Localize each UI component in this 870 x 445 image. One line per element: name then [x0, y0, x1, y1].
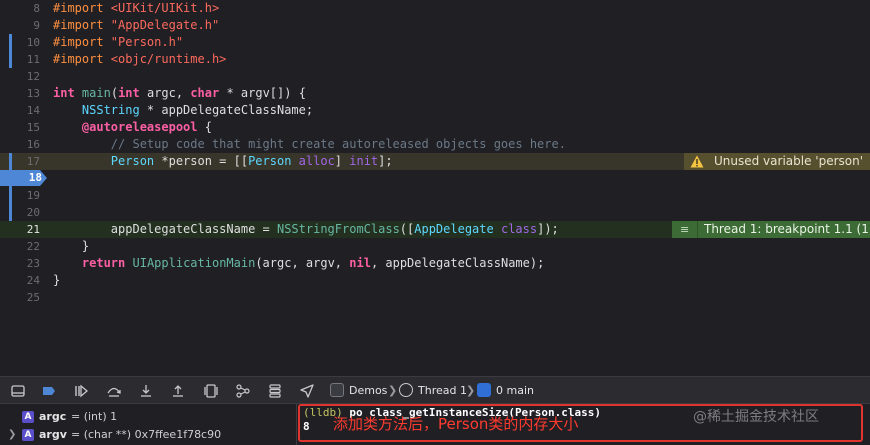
change-indicator-bar [9, 153, 12, 221]
code-text: int main(int argc, char * argv[]) { [53, 86, 306, 100]
variables-view: Aargc = (int) 1 ❯ Aargv = (char **) 0x7ffee1… [0, 404, 296, 445]
code-text: // Setup code that might create autorele… [110, 137, 566, 151]
variable-name: argv [39, 428, 67, 441]
step-out-icon[interactable] [170, 383, 186, 399]
variable-row[interactable]: ❯ Aargv = (char **) 0x7ffee1f78c90 [0, 426, 296, 444]
crumb-frame[interactable]: 0 main [496, 383, 534, 399]
warning-annotation[interactable]: Unused variable 'person' [684, 153, 870, 170]
breakpoint-toggle-icon[interactable] [41, 383, 57, 399]
line-number[interactable]: 13 [0, 85, 44, 102]
code-line-20[interactable]: 20 [0, 204, 870, 221]
code-line-14[interactable]: 14 NSString * appDelegateClassName; [0, 102, 870, 119]
code-text: NSString * appDelegateClassName; [81, 103, 314, 117]
line-number[interactable]: 22 [0, 238, 44, 255]
equals-icon: ≡ [680, 223, 690, 236]
code-text: #import <objc/runtime.h> [53, 52, 227, 66]
step-over-icon[interactable] [106, 383, 122, 399]
line-number[interactable]: 11 [0, 51, 44, 68]
variable-value: = (int) 1 [71, 410, 118, 423]
code-line-23[interactable]: 23 return UIApplicationMain(argc, argv, … [0, 255, 870, 272]
code-line-22[interactable]: 22 } [0, 238, 870, 255]
code-line-8[interactable]: 8 #import <UIKit/UIKit.h> [0, 0, 870, 17]
code-text: #import "AppDelegate.h" [53, 18, 220, 32]
crumb-app[interactable]: Demos [349, 383, 387, 399]
line-number[interactable]: 25 [0, 289, 44, 306]
line-number[interactable]: 19 [0, 187, 44, 204]
location-icon[interactable] [299, 383, 315, 399]
sidebar-toggle-icon[interactable] [10, 383, 26, 399]
code-text: @autoreleasepool { [81, 120, 212, 134]
line-number[interactable]: 16 [0, 136, 44, 153]
code-line-9[interactable]: 9 #import "AppDelegate.h" [0, 17, 870, 34]
line-number[interactable]: 23 [0, 255, 44, 272]
code-line-18[interactable]: 18 [0, 170, 870, 187]
annotation-separator [697, 221, 698, 238]
code-line-12[interactable]: 12 [0, 68, 870, 85]
step-into-icon[interactable] [138, 383, 154, 399]
line-number[interactable]: 17 [0, 153, 44, 170]
code-text: return UIApplicationMain(argc, argv, nil… [81, 256, 545, 270]
code-text: } [53, 273, 61, 287]
debug-toolbar: Demos ❯ Thread 1 ❯ 0 main [0, 376, 870, 404]
code-text: appDelegateClassName = NSStringFromClass… [53, 222, 559, 236]
change-indicator-bar [9, 34, 12, 68]
code-line-25[interactable]: 25 [0, 289, 870, 306]
code-text: #import <UIKit/UIKit.h> [53, 1, 220, 15]
memory-graph-icon[interactable] [235, 383, 251, 399]
chevron-right-icon: ❯ [466, 384, 476, 397]
disclosure-chevron-icon[interactable]: ❯ [8, 426, 16, 444]
argument-badge-icon: A [22, 411, 34, 423]
code-line-11[interactable]: 11 #import <objc/runtime.h> [0, 51, 870, 68]
code-line-24[interactable]: 24} [0, 272, 870, 289]
code-line-13[interactable]: 13 int main(int argc, char * argv[]) { [0, 85, 870, 102]
app-target-icon [330, 383, 344, 397]
code-text: } [53, 239, 90, 253]
code-text: #import "Person.h" [53, 35, 184, 49]
view-debugger-icon[interactable] [203, 383, 219, 399]
line-number[interactable]: 14 [0, 102, 44, 119]
environment-overrides-icon[interactable] [267, 383, 283, 399]
thread-annotation[interactable]: ≡ Thread 1: breakpoint 1.1 (1) [672, 221, 870, 238]
line-number[interactable]: 15 [0, 119, 44, 136]
code-line-16[interactable]: 16 // Setup code that might create autor… [0, 136, 870, 153]
code-line-19[interactable]: 19 [0, 187, 870, 204]
annotation-note: 添加类方法后，Person类的内存大小 [333, 415, 579, 433]
continue-icon[interactable] [73, 383, 89, 399]
line-number[interactable]: 21 [0, 221, 44, 238]
breakpoint-line-number: 18 [28, 171, 42, 184]
line-number[interactable]: 24 [0, 272, 44, 289]
code-line-10[interactable]: 10 #import "Person.h" [0, 34, 870, 51]
watermark: @稀土掘金技术社区 [693, 409, 819, 425]
thread-text: Thread 1: breakpoint 1.1 (1) [704, 222, 870, 236]
code-line-15[interactable]: 15 @autoreleasepool { [0, 119, 870, 136]
thread-icon [399, 383, 413, 397]
warning-text: Unused variable 'person' [714, 154, 864, 168]
source-editor[interactable]: 8 #import <UIKit/UIKit.h> 9 #import "AppDel… [0, 0, 870, 376]
line-number[interactable]: 8 [0, 0, 44, 17]
argument-badge-icon: A [22, 429, 34, 441]
warning-icon [690, 155, 704, 168]
line-number[interactable]: 10 [0, 34, 44, 51]
line-number[interactable]: 20 [0, 204, 44, 221]
variable-row[interactable]: Aargc = (int) 1 [0, 408, 296, 426]
code-text: Person *person = [[Person alloc] init]; [110, 154, 393, 168]
chevron-right-icon: ❯ [388, 384, 398, 397]
crumb-thread[interactable]: Thread 1 [418, 383, 467, 399]
line-number[interactable]: 9 [0, 17, 44, 34]
variable-value: = (char **) 0x7ffee1f78c90 [71, 428, 222, 441]
variable-name: argc [39, 410, 67, 423]
frame-user-icon [477, 383, 491, 397]
line-number[interactable]: 12 [0, 68, 44, 85]
